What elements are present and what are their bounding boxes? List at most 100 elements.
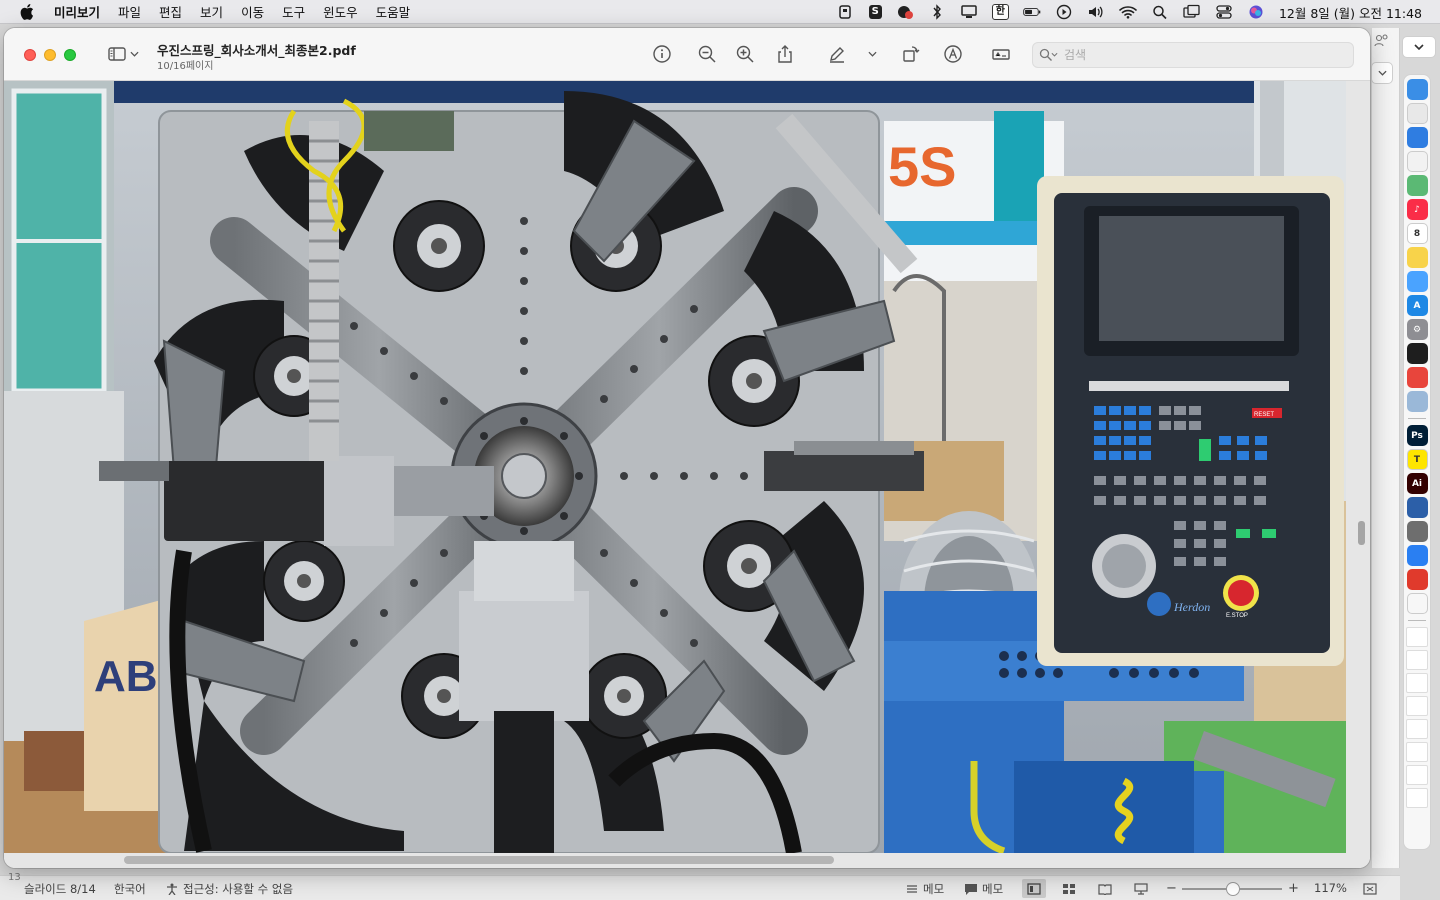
menu-app-name[interactable]: 미리보기 — [54, 2, 100, 21]
horizontal-scrollbar[interactable] — [124, 856, 834, 864]
form-fill-button[interactable] — [988, 42, 1014, 66]
notes-icon — [907, 885, 917, 893]
menu-help[interactable]: 도움말 — [376, 2, 411, 21]
proxyman-icon[interactable] — [1406, 497, 1428, 518]
zoom-out-button[interactable]: − — [1166, 881, 1177, 896]
spotlight-icon[interactable] — [1151, 4, 1169, 20]
accessibility-indicator[interactable]: 접근성: 사용할 수 없음 — [165, 881, 293, 897]
wechat-icon[interactable] — [1406, 521, 1428, 542]
background-collapse-button[interactable] — [1371, 62, 1393, 84]
share-button[interactable] — [772, 42, 798, 66]
markup-options-button[interactable] — [864, 42, 880, 66]
inspector-button[interactable] — [649, 42, 675, 66]
acrobat-icon[interactable] — [1406, 569, 1428, 590]
normal-view-button[interactable] — [1022, 879, 1046, 898]
input-source-badge[interactable]: 한 — [991, 4, 1009, 20]
minimized-window-thumbnail[interactable] — [1406, 673, 1428, 693]
minimized-window-thumbnail[interactable] — [1406, 765, 1428, 785]
machine-photo: ABS 5S RESET E.STOP Herdon — [4, 81, 1346, 853]
control-center-icon[interactable] — [1215, 4, 1233, 20]
screen-mirroring-icon[interactable] — [1183, 4, 1201, 20]
illustrator-icon[interactable]: Ai — [1406, 473, 1428, 494]
close-window-button[interactable] — [24, 49, 36, 61]
display-icon[interactable] — [960, 4, 978, 20]
menu-file[interactable]: 파일 — [118, 2, 141, 21]
fullscreen-window-button[interactable] — [64, 49, 76, 61]
notes-icon[interactable] — [1406, 247, 1428, 268]
minimized-window-thumbnail[interactable] — [1406, 788, 1428, 808]
share-people-icon[interactable] — [1374, 33, 1390, 47]
minimized-window-thumbnail[interactable] — [1406, 696, 1428, 716]
search-field[interactable] — [1032, 42, 1354, 68]
accessibility-label: 접근성: 사용할 수 없음 — [183, 882, 294, 896]
menu-bar: 미리보기 파일 편집 보기 이동 도구 윈도우 도움말 S 한 12월 8일 (… — [0, 0, 1440, 24]
siri-icon[interactable] — [1247, 4, 1265, 20]
collab-icon[interactable] — [1406, 593, 1428, 614]
minimized-window-thumbnail[interactable] — [1406, 627, 1428, 647]
menu-window[interactable]: 윈도우 — [323, 2, 358, 21]
battery-icon[interactable] — [1023, 4, 1041, 20]
chevron-down-icon — [1414, 44, 1424, 50]
sidebar-options-button[interactable] — [126, 42, 142, 66]
menu-tools[interactable]: 도구 — [282, 2, 305, 21]
slide-sorter-button[interactable] — [1057, 879, 1081, 898]
preview-icon[interactable] — [1406, 391, 1428, 412]
search-input[interactable] — [1064, 48, 1324, 62]
music-icon[interactable]: ♪ — [1406, 199, 1428, 220]
calendar-icon[interactable]: 8 — [1406, 223, 1428, 244]
reminders-icon[interactable] — [1406, 151, 1428, 172]
minimized-window-thumbnail[interactable] — [1406, 719, 1428, 739]
menu-go[interactable]: 이동 — [241, 2, 264, 21]
zoom-in-toolbar-button[interactable] — [732, 42, 758, 66]
language-indicator[interactable]: 한국어 — [114, 881, 146, 897]
document-view[interactable]: ABS 5S RESET E.STOP Herdon — [4, 81, 1370, 868]
notification-app-icon[interactable] — [896, 4, 914, 20]
vertical-scrollbar[interactable] — [1358, 521, 1365, 545]
minimized-window-thumbnail[interactable] — [1406, 650, 1428, 670]
slideshow-button[interactable] — [1129, 879, 1153, 898]
menu-view[interactable]: 보기 — [200, 2, 223, 21]
apple-menu-icon[interactable] — [20, 3, 34, 20]
rotate-button[interactable] — [898, 42, 924, 66]
maps-icon[interactable] — [1406, 175, 1428, 196]
highlight-button[interactable] — [940, 42, 966, 66]
settings-icon[interactable]: ⚙ — [1406, 319, 1428, 340]
freeform-icon[interactable] — [1406, 271, 1428, 292]
reading-view-button[interactable] — [1093, 879, 1117, 898]
menu-edit[interactable]: 편집 — [159, 2, 182, 21]
now-playing-icon[interactable] — [1055, 4, 1073, 20]
markup-button[interactable] — [824, 42, 850, 66]
zoom-slider-knob[interactable] — [1226, 882, 1240, 896]
volume-icon[interactable] — [1087, 4, 1105, 20]
comment-icon — [965, 884, 977, 895]
toolbar: 우진스프링_회사소개서_최종본2.pdf 10/16페이지 — [4, 28, 1370, 81]
background-dropdown-button[interactable] — [1402, 36, 1436, 58]
zoom-level[interactable]: 117% — [1314, 881, 1347, 895]
book-icon — [1098, 883, 1112, 895]
kakaotalk-icon[interactable]: T — [1406, 449, 1428, 470]
zoom-out-toolbar-button[interactable] — [694, 42, 720, 66]
mail-icon[interactable] — [1406, 127, 1428, 148]
appstore-icon[interactable]: A — [1406, 295, 1428, 316]
minimized-window-thumbnail[interactable] — [1406, 742, 1428, 762]
notes-button[interactable]: 메모 — [905, 881, 944, 897]
chrome-icon[interactable] — [1406, 367, 1428, 388]
finder-icon[interactable] — [1406, 79, 1428, 100]
background-app-window — [1372, 28, 1400, 868]
messenger-icon[interactable] — [1406, 545, 1428, 566]
dock-separator — [1408, 620, 1426, 621]
figma-icon[interactable] — [1406, 343, 1428, 364]
s-app-icon[interactable]: S — [868, 5, 882, 19]
photoshop-icon[interactable]: Ps — [1406, 425, 1428, 446]
launchpad-icon[interactable] — [1406, 103, 1428, 124]
minimize-window-button[interactable] — [44, 49, 56, 61]
wifi-icon[interactable] — [1119, 4, 1137, 20]
dock-separator — [1408, 418, 1426, 419]
bluetooth-icon[interactable] — [928, 4, 946, 20]
fit-window-button[interactable] — [1358, 879, 1382, 898]
comments-button[interactable]: 메모 — [964, 881, 1003, 897]
zoom-in-button[interactable]: + — [1288, 881, 1299, 896]
normal-view-icon — [1027, 882, 1041, 895]
status-menu-icon[interactable] — [837, 4, 855, 20]
clock[interactable]: 12월 8일 (월) 오전 11:48 — [1279, 3, 1422, 22]
